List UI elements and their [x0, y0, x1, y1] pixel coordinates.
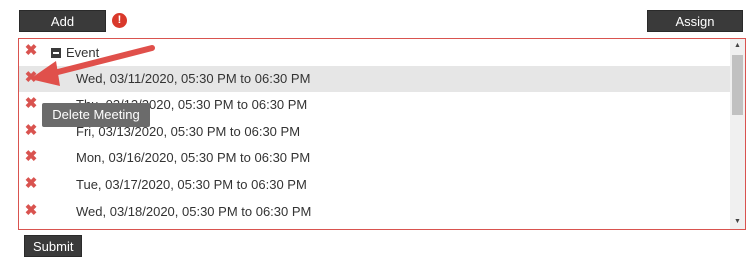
meeting-row[interactable]: ✖ Mon, 03/16/2020, 05:30 PM to 06:30 PM	[19, 145, 730, 171]
meeting-date: Wed, 03/11/2020, 05:30 PM to 06:30 PM	[76, 71, 311, 86]
assign-rooms-button[interactable]: Assign Rooms	[647, 10, 743, 51]
close-icon[interactable]: ✖	[24, 149, 38, 164]
delete-meeting-tooltip: Delete Meeting	[42, 103, 150, 127]
scroll-thumb[interactable]	[732, 55, 743, 115]
meeting-row[interactable]: ✖ Wed, 03/11/2020, 05:30 PM to 06:30 PM	[19, 66, 730, 92]
warning-icon: !	[112, 13, 127, 28]
scroll-down-icon[interactable]: ▼	[730, 215, 745, 229]
close-icon[interactable]: ✖	[24, 70, 38, 85]
add-meeting-button[interactable]: Add Meeting	[19, 10, 106, 51]
meeting-row[interactable]: ✖ Tue, 03/17/2020, 05:30 PM to 06:30 PM	[19, 172, 730, 198]
scroll-up-icon[interactable]: ▲	[730, 39, 745, 53]
meeting-date: Tue, 03/17/2020, 05:30 PM to 06:30 PM	[76, 177, 307, 192]
meetings-panel: ✖ Event ✖ Wed, 03/11/2020, 05:30 PM to 0…	[18, 38, 746, 230]
close-icon[interactable]: ✖	[24, 176, 38, 191]
minus-square-icon[interactable]	[51, 48, 61, 58]
event-label: Event	[66, 45, 100, 60]
close-icon[interactable]: ✖	[24, 123, 38, 138]
event-row: ✖ Event	[19, 39, 730, 65]
close-icon[interactable]: ✖	[24, 43, 38, 58]
meeting-row[interactable]: ✖ Wed, 03/18/2020, 05:30 PM to 06:30 PM	[19, 199, 730, 225]
close-icon[interactable]: ✖	[24, 203, 38, 218]
submit-button[interactable]: Submit	[24, 235, 82, 257]
close-icon[interactable]: ✖	[24, 96, 38, 111]
meeting-date: Mon, 03/16/2020, 05:30 PM to 06:30 PM	[76, 150, 311, 165]
vertical-scrollbar[interactable]: ▲ ▼	[730, 39, 745, 229]
meeting-date: Wed, 03/18/2020, 05:30 PM to 06:30 PM	[76, 204, 312, 219]
